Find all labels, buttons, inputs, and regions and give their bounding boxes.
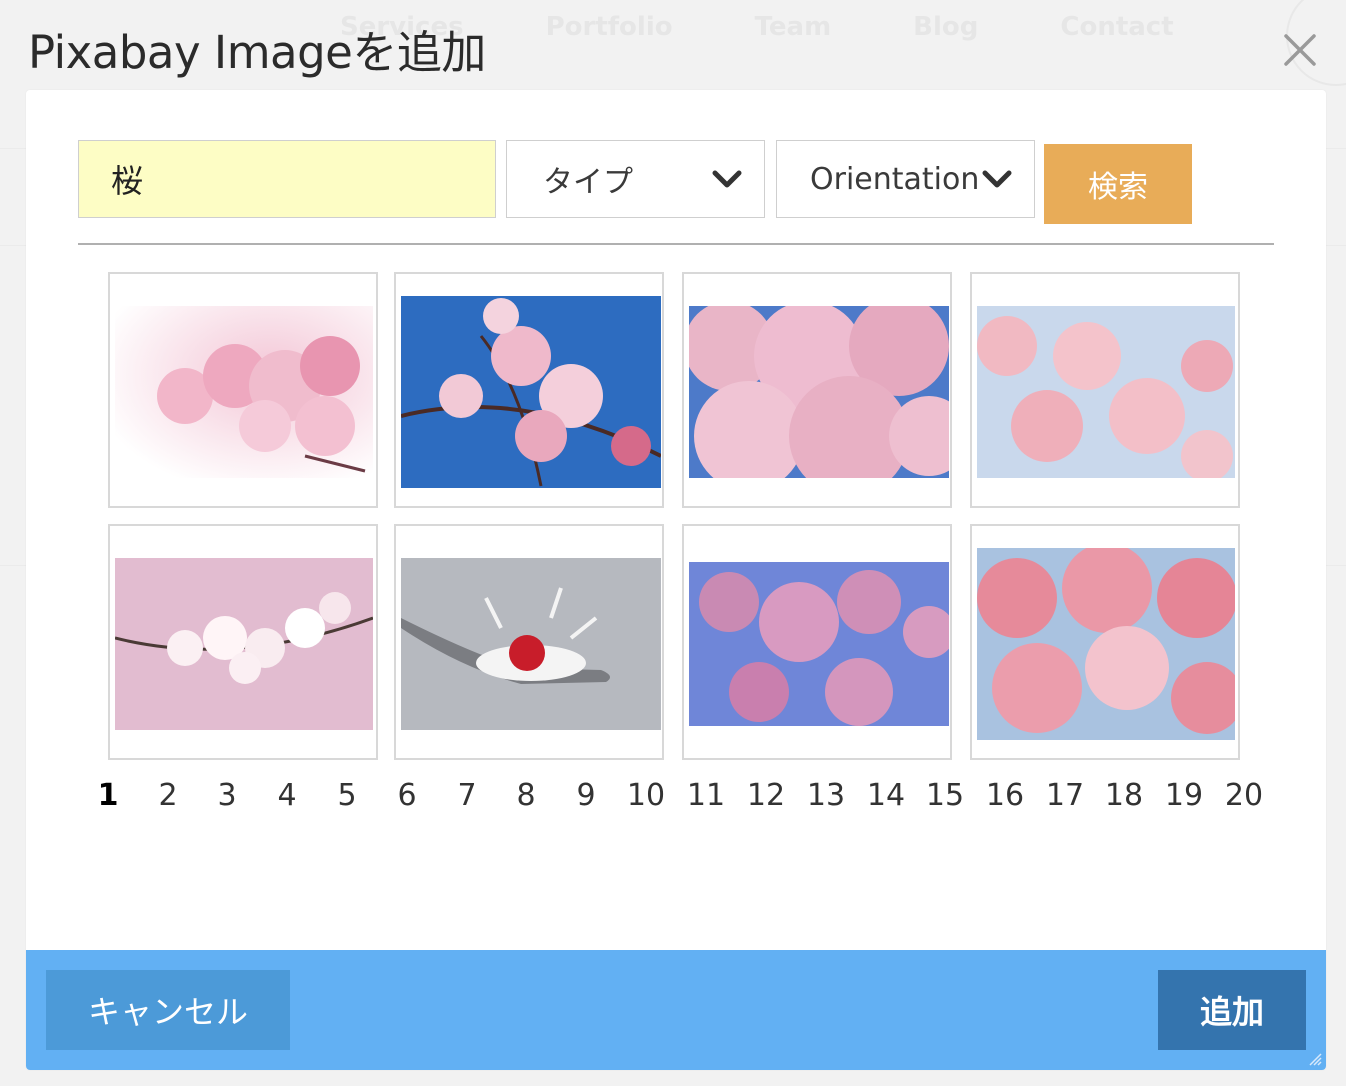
search-input[interactable]	[78, 140, 496, 218]
chevron-down-icon	[982, 170, 1012, 188]
type-select[interactable]: タイプ	[506, 140, 765, 218]
resize-grip-icon[interactable]	[1308, 1052, 1322, 1066]
dialog-footer: キャンセル 追加	[26, 950, 1326, 1070]
bg-nav-contact: Contact	[1060, 12, 1174, 42]
page-link[interactable]: 20	[1225, 778, 1263, 813]
page-link[interactable]: 2	[158, 778, 177, 813]
image-thumbnail[interactable]	[394, 272, 664, 508]
cherry-blossom-image	[977, 548, 1235, 740]
image-thumbnail[interactable]	[394, 524, 664, 760]
add-button[interactable]: 追加	[1158, 970, 1306, 1050]
page-link[interactable]: 1	[98, 778, 119, 813]
divider	[78, 243, 1274, 245]
cherry-splash-image	[401, 558, 661, 730]
orientation-select-label: Orientation	[810, 161, 980, 197]
image-thumbnail[interactable]	[970, 524, 1240, 760]
page-link[interactable]: 16	[986, 778, 1024, 813]
bg-nav-team: Team	[754, 12, 832, 42]
cherry-blossom-image	[689, 306, 949, 478]
image-thumbnail[interactable]	[682, 272, 952, 508]
page-link[interactable]: 3	[217, 778, 236, 813]
cherry-blossom-image	[689, 562, 949, 726]
page-link[interactable]: 18	[1105, 778, 1143, 813]
page-link[interactable]: 4	[277, 778, 296, 813]
page-link[interactable]: 13	[807, 778, 845, 813]
search-button[interactable]: 検索	[1044, 144, 1192, 224]
cherry-blossom-image	[977, 306, 1235, 478]
pagination: 1 2 3 4 5 6 7 8 9 10 11 12 13 14 15 16 1…	[26, 778, 1326, 813]
dialog-panel: タイプ Orientation 検索	[26, 90, 1326, 1070]
close-icon	[1284, 34, 1316, 66]
image-thumbnail[interactable]	[108, 272, 378, 508]
page-link[interactable]: 15	[926, 778, 964, 813]
cancel-button[interactable]: キャンセル	[46, 970, 290, 1050]
page-link[interactable]: 8	[516, 778, 535, 813]
dialog-title: Pixabay Imageを追加	[28, 26, 486, 79]
page-link[interactable]: 17	[1046, 778, 1084, 813]
bg-nav-blog: Blog	[913, 12, 979, 42]
page-link[interactable]: 19	[1165, 778, 1203, 813]
page-link[interactable]: 11	[687, 778, 725, 813]
page-link[interactable]: 5	[337, 778, 356, 813]
cherry-blossom-image	[401, 296, 661, 488]
cherry-blossom-image	[115, 306, 373, 478]
bg-nav-portfolio: Portfolio	[545, 12, 673, 42]
image-thumbnail[interactable]	[970, 272, 1240, 508]
page-link[interactable]: 14	[867, 778, 905, 813]
page-link[interactable]: 10	[627, 778, 665, 813]
image-thumbnail[interactable]	[682, 524, 952, 760]
orientation-select[interactable]: Orientation	[776, 140, 1035, 218]
chevron-down-icon	[712, 170, 742, 188]
close-button[interactable]	[1280, 30, 1320, 70]
page-link[interactable]: 7	[457, 778, 476, 813]
page-link[interactable]: 12	[747, 778, 785, 813]
cherry-blossom-image	[115, 558, 373, 730]
image-thumbnail[interactable]	[108, 524, 378, 760]
type-select-label: タイプ	[543, 165, 633, 200]
page-link[interactable]: 6	[397, 778, 416, 813]
page-link[interactable]: 9	[576, 778, 595, 813]
